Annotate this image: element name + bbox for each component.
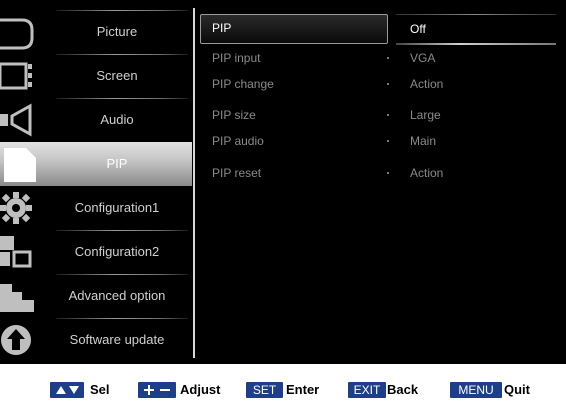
pip-icon xyxy=(0,146,44,182)
menu-item-label: Advanced option xyxy=(68,288,166,303)
setting-label: PIP size xyxy=(212,108,256,122)
setting-row-pip-size[interactable]: PIP size Large xyxy=(200,104,562,126)
advanced-option-icon xyxy=(0,278,44,314)
menu-item-configuration2[interactable]: Configuration2 xyxy=(0,230,192,274)
value-top-line xyxy=(396,14,556,15)
setting-row-pip-audio[interactable]: PIP audio Main xyxy=(200,130,562,152)
help-back-label: Back xyxy=(387,382,419,397)
setting-label: PIP audio xyxy=(212,134,264,148)
menu-item-picture[interactable]: Picture xyxy=(0,10,192,54)
upload-arrow-icon xyxy=(0,322,44,358)
setting-value[interactable]: Action xyxy=(410,73,443,95)
setting-value[interactable]: Large xyxy=(410,104,441,126)
left-right-keys xyxy=(138,382,176,398)
help-adjust-label: Adjust xyxy=(180,382,221,397)
help-enter-label: Enter xyxy=(286,382,320,397)
help-sel-label: Sel xyxy=(90,382,110,397)
configuration2-icon xyxy=(0,234,44,270)
help-quit-label: Quit xyxy=(504,382,530,397)
set-key: SET xyxy=(246,382,283,398)
row-dot xyxy=(387,140,389,142)
row-dot xyxy=(387,172,389,174)
menu-item-advanced-option[interactable]: Advanced option xyxy=(0,274,192,318)
picture-icon xyxy=(0,14,44,50)
row-dot xyxy=(387,83,389,85)
setting-row-pip[interactable]: PIP Off xyxy=(200,14,562,45)
menu-item-label: Picture xyxy=(96,24,138,39)
setting-label: PIP reset xyxy=(212,166,262,180)
setting-value[interactable]: Off xyxy=(410,18,426,40)
setting-row-pip-input[interactable]: PIP input VGA xyxy=(200,47,562,69)
menu-item-label: PIP xyxy=(106,156,128,171)
menu-item-screen[interactable]: Screen xyxy=(0,54,192,98)
setting-row-pip-change[interactable]: PIP change Action xyxy=(200,73,562,95)
menu-item-label: Configuration2 xyxy=(74,244,160,259)
menu-item-configuration1[interactable]: Configuration1 xyxy=(0,186,192,230)
menu-item-pip[interactable]: PIP xyxy=(0,142,192,186)
setting-value[interactable]: Main xyxy=(410,130,436,152)
exit-key: EXIT xyxy=(348,382,386,398)
setting-value[interactable]: Action xyxy=(410,162,443,184)
setting-value[interactable]: VGA xyxy=(410,47,435,69)
speaker-icon xyxy=(0,102,44,138)
gear-icon xyxy=(0,190,44,226)
menu-item-software-update[interactable]: Software update xyxy=(0,318,192,362)
help-bar: Sel Adjust SET Enter EXIT Back MENU Quit xyxy=(0,364,566,404)
up-down-arrows-key xyxy=(50,382,84,398)
osd-menu: Picture Screen Audio PIP Configuration1 … xyxy=(0,0,566,364)
menu-item-label: Screen xyxy=(96,68,138,83)
setting-label: PIP xyxy=(212,21,232,35)
menu-divider xyxy=(193,8,195,358)
setting-row-pip-reset[interactable]: PIP reset Action xyxy=(200,162,562,184)
menu-item-label: Software update xyxy=(69,332,165,347)
row-dot xyxy=(387,114,389,116)
row-dot xyxy=(387,57,389,59)
setting-label: PIP input xyxy=(212,51,261,65)
menu-key: MENU xyxy=(450,382,502,398)
menu-item-audio[interactable]: Audio xyxy=(0,98,192,142)
menu-item-label: Configuration1 xyxy=(74,200,160,215)
menu-item-label: Audio xyxy=(100,112,134,127)
value-highlight-line xyxy=(396,43,556,45)
setting-label: PIP change xyxy=(212,77,274,91)
screen-icon xyxy=(0,58,44,94)
